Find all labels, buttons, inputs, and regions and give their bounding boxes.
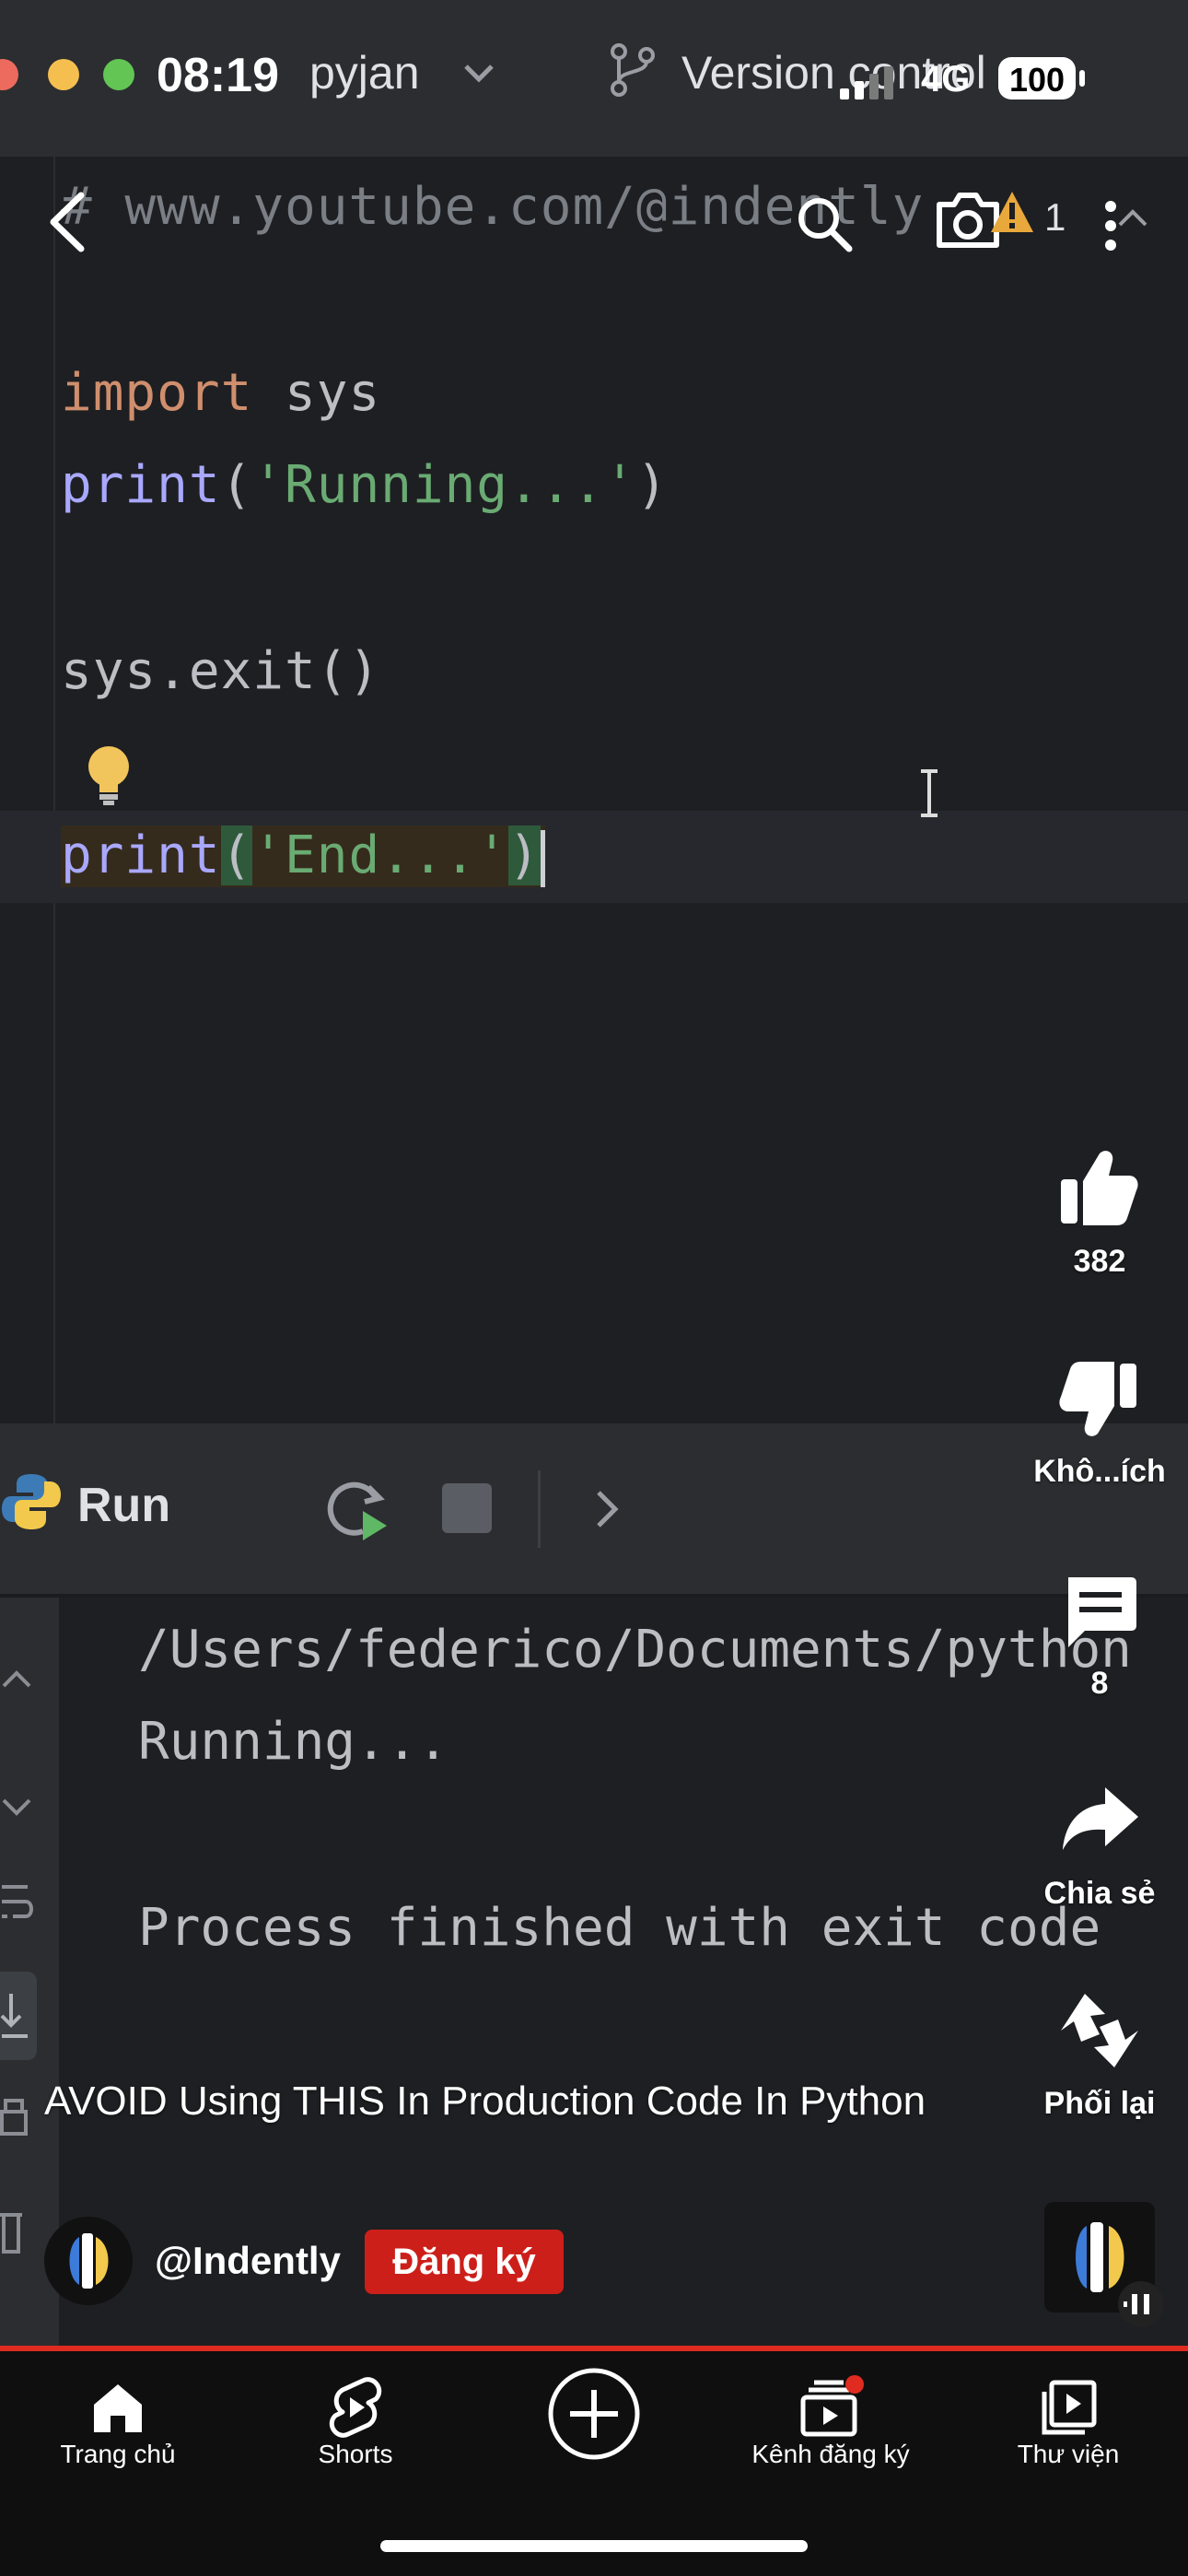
channel-avatar-logo-icon	[69, 2233, 109, 2289]
back-arrow-icon[interactable]	[44, 190, 90, 254]
like-icon[interactable]	[1057, 1148, 1140, 1227]
video-title[interactable]: AVOID Using THIS In Production Code In P…	[44, 2075, 928, 2128]
nav-item-home[interactable]	[17, 2368, 219, 2441]
remix-label: Phối lại	[1043, 2086, 1156, 2121]
search-icon[interactable]	[794, 193, 855, 254]
code-line-4: print('End...')	[61, 825, 545, 887]
share-label: Chia sẻ	[1043, 1876, 1156, 1911]
console-line-3: Process finished with exit code	[138, 1898, 1101, 1958]
nav-label-shorts: Shorts	[318, 2440, 393, 2468]
python-logo-icon	[2, 1474, 61, 1529]
window-zoom-dot	[103, 59, 134, 90]
console-line-2: Running...	[138, 1712, 449, 1772]
signal-icon	[840, 66, 893, 100]
code-line-2: print('Running...')	[61, 455, 669, 515]
rerun-icon[interactable]	[322, 1474, 392, 1544]
run-console	[0, 1598, 1188, 2348]
channel-name[interactable]: @Indently	[155, 2239, 341, 2283]
channel-avatar[interactable]	[44, 2217, 133, 2305]
console-line-1: /Users/federico/Documents/python	[138, 1620, 1132, 1680]
create-icon	[548, 2368, 640, 2460]
warning-count: 1	[1044, 195, 1066, 239]
trash-icon[interactable]	[0, 2206, 37, 2261]
comment-count: 8	[1090, 1666, 1109, 1701]
chevron-down-icon	[464, 64, 494, 83]
battery-cap	[1079, 70, 1085, 87]
comment-icon[interactable]	[1061, 1574, 1138, 1651]
nav-item-subscriptions[interactable]	[729, 2368, 932, 2446]
dislike-icon[interactable]	[1057, 1360, 1140, 1439]
subscribe-label: Đăng ký	[392, 2242, 536, 2282]
download-icon	[0, 1994, 28, 2038]
editor-gutter	[53, 157, 55, 1423]
branch-icon	[611, 43, 655, 97]
code-editor	[0, 157, 1188, 1423]
soft-wrap-icon[interactable]	[0, 1879, 37, 1931]
nav-item-shorts[interactable]	[254, 2368, 457, 2444]
share-icon[interactable]	[1059, 1784, 1142, 1854]
toolbar-divider	[538, 1470, 541, 1548]
project-name: pyjan	[309, 47, 420, 99]
network-type: 4G	[921, 59, 971, 100]
shorts-icon	[329, 2377, 382, 2438]
warning-icon	[991, 192, 1033, 232]
home-indicator[interactable]	[380, 2540, 808, 2552]
like-count: 382	[1073, 1244, 1126, 1279]
library-icon	[1042, 2380, 1097, 2435]
remix-icon[interactable]	[1057, 1990, 1142, 2071]
battery-level: 100	[1008, 61, 1066, 99]
text-cursor-icon	[921, 769, 938, 817]
dislike-label: Khô...ích	[1033, 1454, 1166, 1489]
window-minimize-dot	[48, 59, 79, 90]
subscriptions-icon	[800, 2375, 864, 2437]
lightbulb-icon	[88, 746, 129, 805]
chevron-up-icon	[1118, 209, 1147, 227]
run-tab-label[interactable]: Run	[77, 1478, 170, 1533]
nav-label-subscriptions: Kênh đăng ký	[751, 2440, 910, 2468]
code-line-1: import sys	[61, 363, 381, 423]
video-player[interactable]: pyjan Version control # www.youtube.com/…	[0, 0, 1188, 2348]
subscribe-button[interactable]: Đăng ký	[365, 2230, 564, 2294]
print-icon[interactable]	[0, 2095, 37, 2150]
home-icon	[94, 2384, 142, 2432]
nav-item-create[interactable]	[493, 2366, 695, 2466]
nav-item-library[interactable]	[967, 2368, 1170, 2442]
code-line-3: sys.exit()	[61, 641, 381, 701]
status-time: 08:19	[157, 49, 279, 102]
pause-badge[interactable]	[1118, 2281, 1164, 2327]
chevron-right-icon[interactable]	[591, 1487, 624, 1531]
stop-icon[interactable]	[442, 1483, 492, 1533]
scroll-down-icon[interactable]	[0, 1787, 37, 1824]
nav-label-library: Thư viện	[1017, 2440, 1120, 2468]
scroll-up-icon[interactable]	[0, 1658, 37, 1695]
nav-label-home: Trang chủ	[60, 2440, 176, 2468]
